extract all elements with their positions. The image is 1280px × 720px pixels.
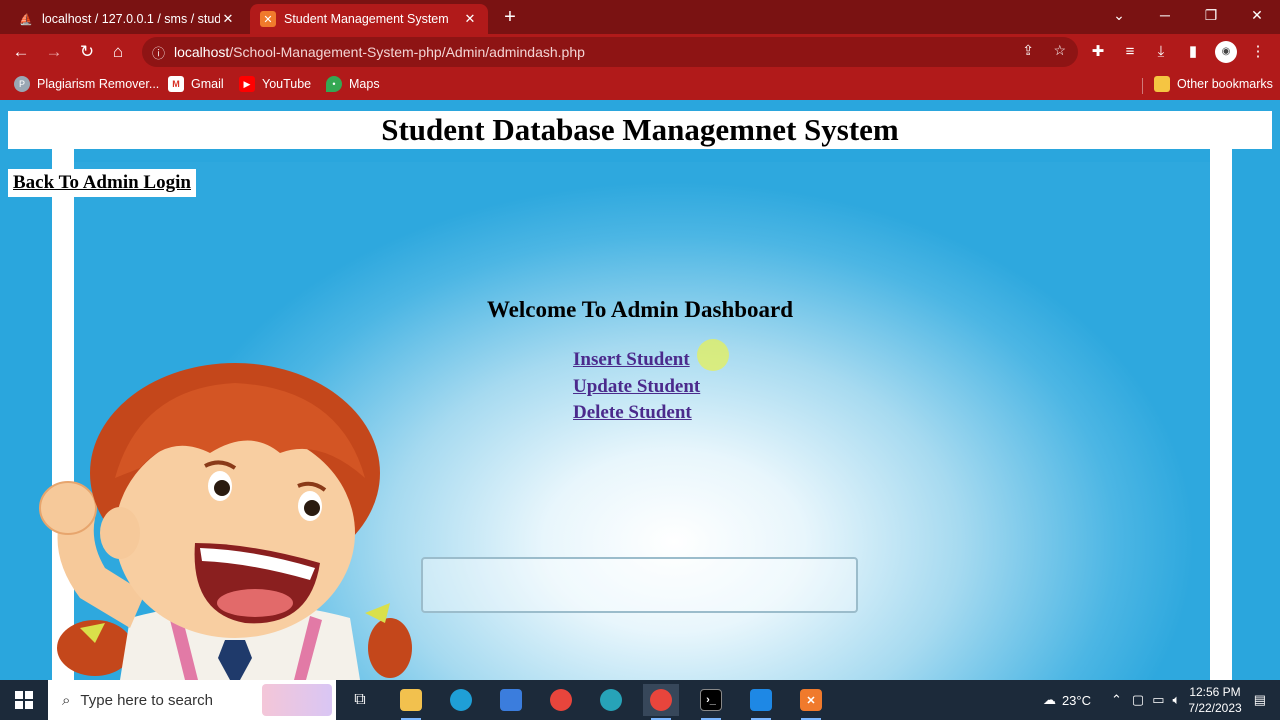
bookmark-label: Maps xyxy=(349,77,380,91)
search-icon: ⌕ xyxy=(62,691,71,709)
home-icon[interactable]: ⌂ xyxy=(107,41,129,63)
phpmyadmin-icon: ⛵ xyxy=(19,13,33,26)
taskbar-search-box[interactable]: ⌕ Type here to search xyxy=(48,680,336,720)
tab-title: Student Management System xyxy=(284,12,449,26)
forward-arrow-icon[interactable]: → xyxy=(43,41,65,63)
insert-student-link[interactable]: Insert Student xyxy=(573,347,700,374)
header-bar: Student Database Managemnet System xyxy=(8,111,1272,149)
back-arrow-icon[interactable]: ← xyxy=(10,41,32,63)
close-window-button[interactable]: ✕ xyxy=(1234,0,1280,30)
welcome-heading: Welcome To Admin Dashboard xyxy=(486,297,794,322)
extensions-icon[interactable]: ✚ xyxy=(1088,42,1108,62)
file-explorer-icon[interactable] xyxy=(393,684,429,720)
bookmark-label: Plagiarism Remover... xyxy=(37,77,160,91)
edge-icon[interactable] xyxy=(443,684,479,716)
minimize-button[interactable]: ─ xyxy=(1142,0,1188,30)
download-icon[interactable]: ⤓ xyxy=(1151,42,1171,62)
weather-icon[interactable]: ☁ xyxy=(1043,692,1056,708)
restore-button[interactable]: ❐ xyxy=(1188,0,1234,30)
search-highlight-image xyxy=(262,684,332,716)
chevron-up-icon[interactable]: ⌃ xyxy=(1111,692,1122,708)
system-tray: ☁ 23°C ⌃ ▢ ▭ 🔈︎ 12:56 PM 7/22/2023 ▤ xyxy=(1043,680,1280,720)
tab-title: localhost / 127.0.0.1 / sms / stude xyxy=(42,12,220,26)
start-button[interactable] xyxy=(0,680,48,720)
cartoon-girl-illustration xyxy=(39,363,412,680)
site-info-icon[interactable]: ⓘ xyxy=(152,43,174,62)
bookmark-label: Gmail xyxy=(191,77,224,91)
tab-search-icon[interactable]: ⌄ xyxy=(1096,0,1142,30)
share-icon[interactable]: ⇪ xyxy=(1022,42,1034,59)
bookmarks-bar: P Plagiarism Remover... M Gmail ▶ YouTub… xyxy=(0,70,1280,100)
meet-icon[interactable]: ▢ xyxy=(1132,692,1144,708)
media-icon[interactable]: ≡ xyxy=(1120,42,1140,62)
chrome-active-icon[interactable] xyxy=(643,684,679,720)
empty-panel-box xyxy=(421,557,858,613)
browser-toolbar: ← → ↻ ⌂ ⓘ localhost/School-Management-Sy… xyxy=(0,34,1280,70)
task-view-icon[interactable]: ⧉ xyxy=(342,684,378,716)
tab-phpmyadmin[interactable]: ⛵ localhost / 127.0.0.1 / sms / stude ✕ xyxy=(8,4,246,34)
maps-icon: • xyxy=(326,76,342,92)
tab-strip: ⛵ localhost / 127.0.0.1 / sms / stude ✕ … xyxy=(0,0,1280,34)
back-to-admin-login-link[interactable]: Back To Admin Login xyxy=(13,172,191,193)
delete-student-link[interactable]: Delete Student xyxy=(573,400,700,427)
dashboard-links: Insert Student Update Student Delete Stu… xyxy=(573,347,700,427)
page-title: Student Database Managemnet System xyxy=(381,112,899,147)
plagiarism-icon: P xyxy=(14,76,30,92)
cursor-highlight xyxy=(697,339,729,371)
bookmark-star-icon[interactable]: ☆ xyxy=(1053,42,1066,59)
xampp-icon: ✕ xyxy=(260,11,276,27)
window-controls: ⌄ ─ ❐ ✕ xyxy=(1096,0,1280,30)
bookmark-youtube[interactable]: ▶ YouTube xyxy=(239,76,311,92)
clock[interactable]: 12:56 PM 7/22/2023 xyxy=(1188,684,1241,716)
chrome-icon[interactable] xyxy=(543,684,579,716)
weather-temp[interactable]: 23°C xyxy=(1062,693,1091,708)
menu-icon[interactable]: ⋮ xyxy=(1248,42,1268,62)
side-panel-icon[interactable]: ▮ xyxy=(1183,42,1203,62)
bookmark-label: Other bookmarks xyxy=(1177,77,1273,91)
battery-icon[interactable]: ▭ xyxy=(1152,692,1164,708)
bookmark-maps[interactable]: • Maps xyxy=(326,76,380,92)
windows-taskbar: ⌕ Type here to search ⧉ ›_ ✕ ☁ 23°C ⌃ ▢ … xyxy=(0,680,1280,720)
vscode-icon[interactable] xyxy=(743,684,779,720)
address-bar[interactable]: ⓘ localhost/School-Management-System-php… xyxy=(142,37,1078,67)
notifications-icon[interactable]: ▤ xyxy=(1254,692,1266,708)
bookmark-gmail[interactable]: M Gmail xyxy=(168,76,224,92)
reload-icon[interactable]: ↻ xyxy=(76,41,98,63)
windows-logo-icon xyxy=(15,691,33,709)
bookmark-plagiarism[interactable]: P Plagiarism Remover... xyxy=(14,76,159,92)
bookmark-label: YouTube xyxy=(262,77,312,91)
new-tab-button[interactable]: + xyxy=(498,6,522,30)
clock-time: 12:56 PM xyxy=(1189,685,1241,699)
xampp-taskbar-icon[interactable]: ✕ xyxy=(793,684,829,720)
folder-icon xyxy=(1154,76,1170,92)
other-bookmarks[interactable]: Other bookmarks xyxy=(1154,76,1273,92)
right-frame xyxy=(1210,148,1232,680)
search-placeholder: Type here to search xyxy=(80,691,213,709)
clock-date: 7/22/2023 xyxy=(1188,701,1242,715)
tab-student-management[interactable]: ✕ Student Management System ✕ xyxy=(250,4,488,34)
close-tab-icon[interactable]: ✕ xyxy=(220,11,236,27)
update-student-link[interactable]: Update Student xyxy=(573,374,700,401)
url-text: localhost/School-Management-System-php/A… xyxy=(174,44,585,60)
back-link-box: Back To Admin Login xyxy=(8,169,196,197)
gmail-icon: M xyxy=(168,76,184,92)
terminal-icon[interactable]: ›_ xyxy=(693,684,729,720)
youtube-icon: ▶ xyxy=(239,76,255,92)
close-tab-icon[interactable]: ✕ xyxy=(462,11,478,27)
store-icon[interactable] xyxy=(493,684,529,716)
volume-icon[interactable]: 🔈︎ xyxy=(1173,692,1181,708)
bookmarks-separator xyxy=(1142,78,1143,94)
page-viewport: Student Database Managemnet System Back … xyxy=(0,100,1280,680)
profile-avatar[interactable]: ◉ xyxy=(1215,41,1237,63)
camera-app-icon[interactable] xyxy=(593,684,629,716)
